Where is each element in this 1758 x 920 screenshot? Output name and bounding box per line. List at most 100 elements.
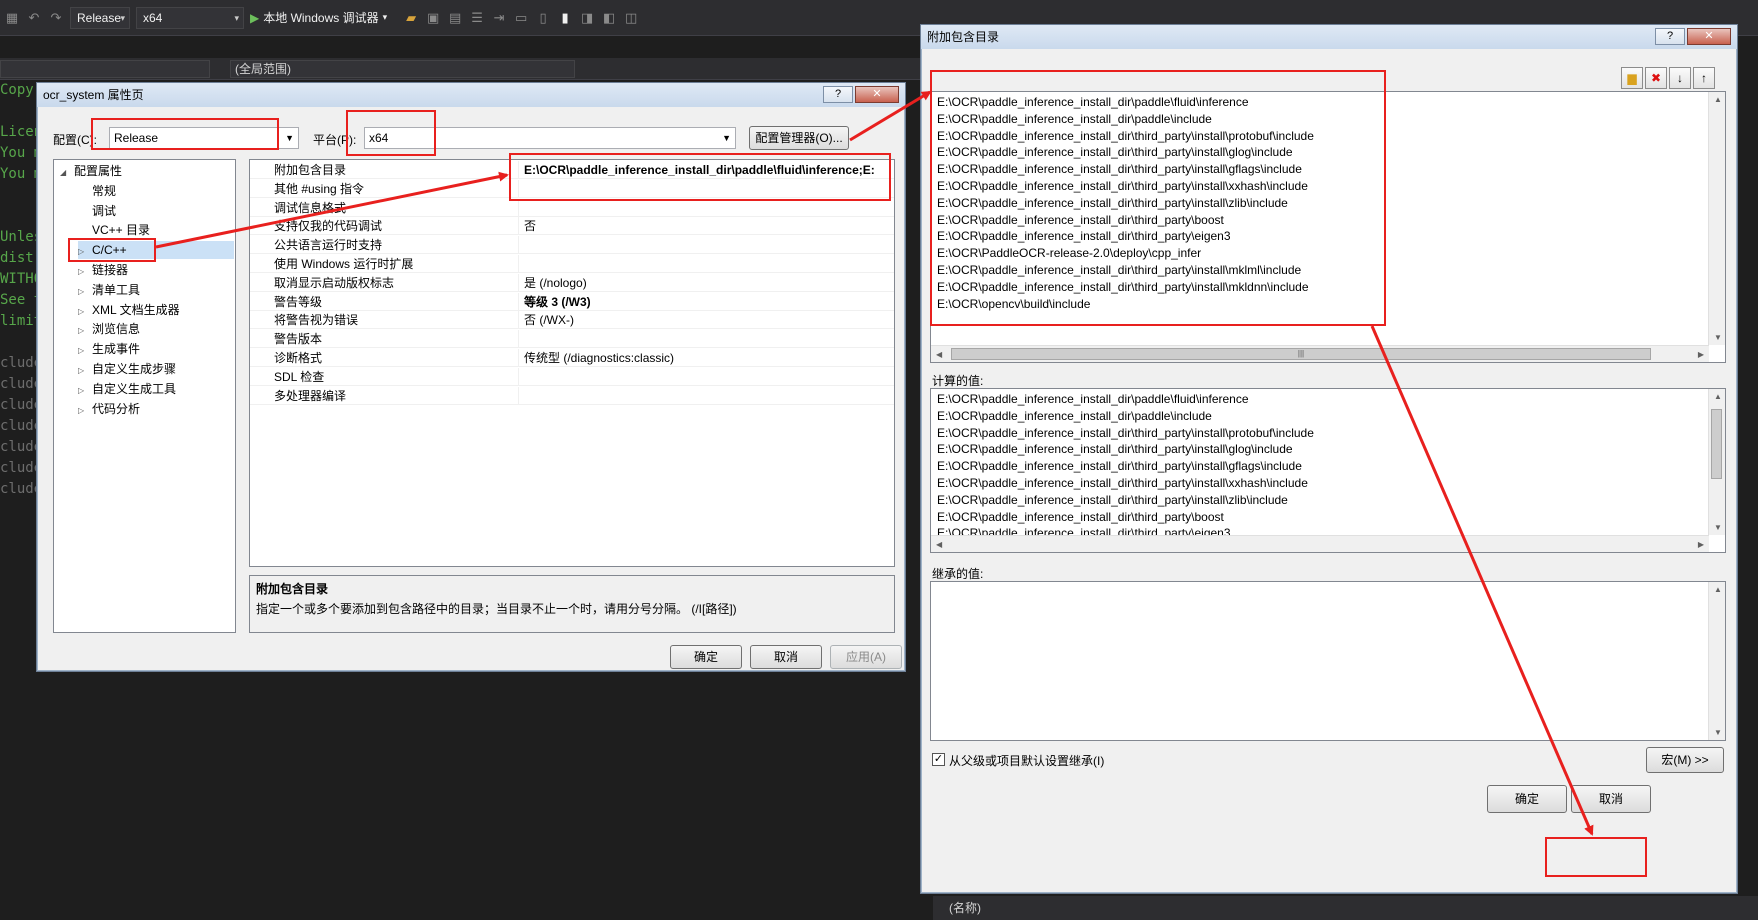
property-row[interactable]: SDL 检查	[250, 367, 894, 386]
property-row[interactable]: 将警告视为错误 否 (/WX-)	[250, 311, 894, 330]
project-combo[interactable]	[0, 60, 210, 78]
help-button[interactable]: ?	[823, 86, 853, 103]
hscroll-thumb[interactable]: |||	[951, 348, 1651, 360]
expand-arrow-icon[interactable]: ▷	[78, 342, 92, 360]
property-value[interactable]: 是 (/nologo)	[524, 274, 892, 292]
expand-arrow-icon[interactable]: ▷	[78, 402, 92, 420]
tree-item[interactable]: ▷ 代码分析	[78, 400, 234, 418]
scroll-right-icon[interactable]: ▶	[1698, 350, 1704, 359]
property-row[interactable]: 多处理器编译	[250, 386, 894, 405]
layout-icon[interactable]: ▤	[447, 10, 463, 26]
tree-item[interactable]: ▷ 自定义生成工具	[78, 380, 234, 398]
expand-arrow-icon[interactable]: ▷	[78, 303, 92, 321]
ok-button[interactable]: 确定	[670, 645, 742, 669]
move-up-button[interactable]: ↑	[1693, 67, 1715, 89]
inherited-values-list[interactable]: ▲ ▼	[930, 581, 1726, 741]
scroll-right-icon[interactable]: ▶	[1698, 540, 1704, 549]
inherit-checkbox-label[interactable]: 从父级或项目默认设置继承(I)	[949, 752, 1104, 769]
apply-button[interactable]: 应用(A)	[830, 645, 902, 669]
help-button[interactable]: ?	[1655, 28, 1685, 45]
scroll-left-icon[interactable]: ◀	[936, 540, 942, 549]
expand-arrow-icon[interactable]: ▷	[78, 382, 92, 400]
vs-platform-combo[interactable]: x64 ▾	[136, 6, 244, 29]
tree-item[interactable]: 常规	[78, 182, 234, 200]
clear-bookmark-icon[interactable]: ◫	[623, 10, 639, 26]
property-row[interactable]: 支持仅我的代码调试 否	[250, 217, 894, 236]
property-row[interactable]: 公共语言运行时支持	[250, 236, 894, 255]
property-row[interactable]: 使用 Windows 运行时扩展	[250, 255, 894, 273]
close-button[interactable]: ✕	[855, 86, 899, 103]
scroll-up-icon[interactable]: ▲	[1714, 95, 1722, 104]
computed-hscroll[interactable]: ◀ ▶	[931, 535, 1709, 552]
expand-arrow-icon[interactable]: ◢	[60, 164, 74, 182]
start-debugging-button[interactable]: ▶ 本地 Windows 调试器 ▾	[250, 9, 387, 26]
property-name: 公共语言运行时支持	[274, 238, 383, 253]
property-row[interactable]: 取消显示启动版权标志 是 (/nologo)	[250, 273, 894, 292]
editor-vscroll[interactable]: ▲ ▼	[1708, 92, 1725, 345]
scope-combo[interactable]: (全局范围)	[230, 60, 575, 78]
next-bookmark-icon[interactable]: ◧	[601, 10, 617, 26]
undo-icon[interactable]: ↶	[26, 10, 42, 26]
move-down-button[interactable]: ↓	[1669, 67, 1691, 89]
property-tree[interactable]: ◢ 配置属性 常规 调试 VC++ 目录 ▷ C/C++ ▷ 链接器 ▷ 清单工具 ▷ XML 文档生成…	[53, 159, 236, 633]
property-row[interactable]: 诊断格式 传统型 (/diagnostics:classic)	[250, 349, 894, 367]
scroll-up-icon[interactable]: ▲	[1714, 585, 1722, 594]
tree-item[interactable]: VC++ 目录	[78, 221, 234, 239]
bookmark-icon[interactable]: ▮	[557, 10, 573, 26]
scroll-down-icon[interactable]: ▼	[1714, 728, 1722, 737]
attach-icon[interactable]: ▰	[403, 10, 419, 26]
save-all-icon[interactable]: ▦	[4, 10, 20, 26]
code-line: Licen	[0, 124, 43, 140]
computed-values-list[interactable]: E:\OCR\paddle_inference_install_dir\thir…	[930, 388, 1726, 553]
scroll-down-icon[interactable]: ▼	[1714, 523, 1722, 532]
tree-item[interactable]: ▷ 自定义生成步骤	[78, 360, 234, 378]
cancel-button[interactable]: 取消	[1571, 785, 1651, 813]
tree-item[interactable]: ▷ 链接器	[78, 261, 234, 279]
vscroll-thumb[interactable]	[1711, 409, 1722, 479]
property-grid[interactable]: 附加包含目录 E:\OCR\paddle_inference_install_di…	[249, 159, 895, 567]
tree-item[interactable]: ◢ 配置属性	[60, 162, 234, 180]
expand-arrow-icon[interactable]: ▷	[78, 322, 92, 340]
property-row[interactable]: 警告版本	[250, 330, 894, 349]
computed-value-entry: E:\OCR\paddle_inference_install_dir\thir…	[937, 509, 1224, 524]
uncomment-icon[interactable]: ▯	[535, 10, 551, 26]
tree-item[interactable]: ▷ 生成事件	[78, 340, 234, 358]
property-value[interactable]: 等级 3 (/W3)	[524, 293, 892, 311]
new-line-button[interactable]: ▆	[1621, 67, 1643, 89]
column-divider	[518, 198, 519, 217]
inherited-vscroll[interactable]: ▲ ▼	[1708, 582, 1725, 740]
tree-item[interactable]: ▷ 清单工具	[78, 281, 234, 299]
property-row[interactable]: 调试信息格式	[250, 198, 894, 217]
inherit-checkbox[interactable]: ✓	[932, 753, 945, 766]
close-button[interactable]: ✕	[1687, 28, 1731, 45]
property-name: 使用 Windows 运行时扩展	[274, 257, 414, 271]
macros-button[interactable]: 宏(M) >>	[1646, 747, 1724, 773]
expand-arrow-icon[interactable]: ▷	[78, 283, 92, 301]
config-manager-button[interactable]: 配置管理器(O)...	[749, 126, 849, 150]
tree-item[interactable]: ▷ XML 文档生成器	[78, 301, 234, 319]
scroll-up-icon[interactable]: ▲	[1714, 392, 1722, 401]
expand-arrow-icon[interactable]: ▷	[78, 362, 92, 380]
property-value[interactable]: 否 (/WX-)	[524, 311, 892, 329]
cancel-button[interactable]: 取消	[750, 645, 822, 669]
indent-icon[interactable]: ⇥	[491, 10, 507, 26]
delete-line-button[interactable]: ✖	[1645, 67, 1667, 89]
scroll-left-icon[interactable]: ◀	[936, 350, 942, 359]
comment-icon[interactable]: ▭	[513, 10, 529, 26]
property-value[interactable]: 传统型 (/diagnostics:classic)	[524, 349, 892, 367]
ok-button[interactable]: 确定	[1487, 785, 1567, 813]
redo-icon[interactable]: ↷	[48, 10, 64, 26]
vs-config-combo[interactable]: Release ▾	[70, 6, 130, 29]
scroll-down-icon[interactable]: ▼	[1714, 333, 1722, 342]
align-icon[interactable]: ☰	[469, 10, 485, 26]
find-icon[interactable]: ▣	[425, 10, 441, 26]
prev-bookmark-icon[interactable]: ◨	[579, 10, 595, 26]
tree-item[interactable]: ▷ 浏览信息	[78, 320, 234, 338]
code-editor[interactable]: Copy Licen You m You m Unles distr WITHO See t l…	[0, 80, 43, 600]
property-row[interactable]: 警告等级 等级 3 (/W3)	[250, 292, 894, 311]
expand-arrow-icon[interactable]: ▷	[78, 263, 92, 281]
computed-vscroll[interactable]: ▲ ▼	[1708, 389, 1725, 535]
tree-item[interactable]: 调试	[78, 202, 234, 220]
editor-hscroll[interactable]: ◀ ||| ▶	[931, 345, 1709, 362]
property-value[interactable]: 否	[524, 217, 892, 235]
